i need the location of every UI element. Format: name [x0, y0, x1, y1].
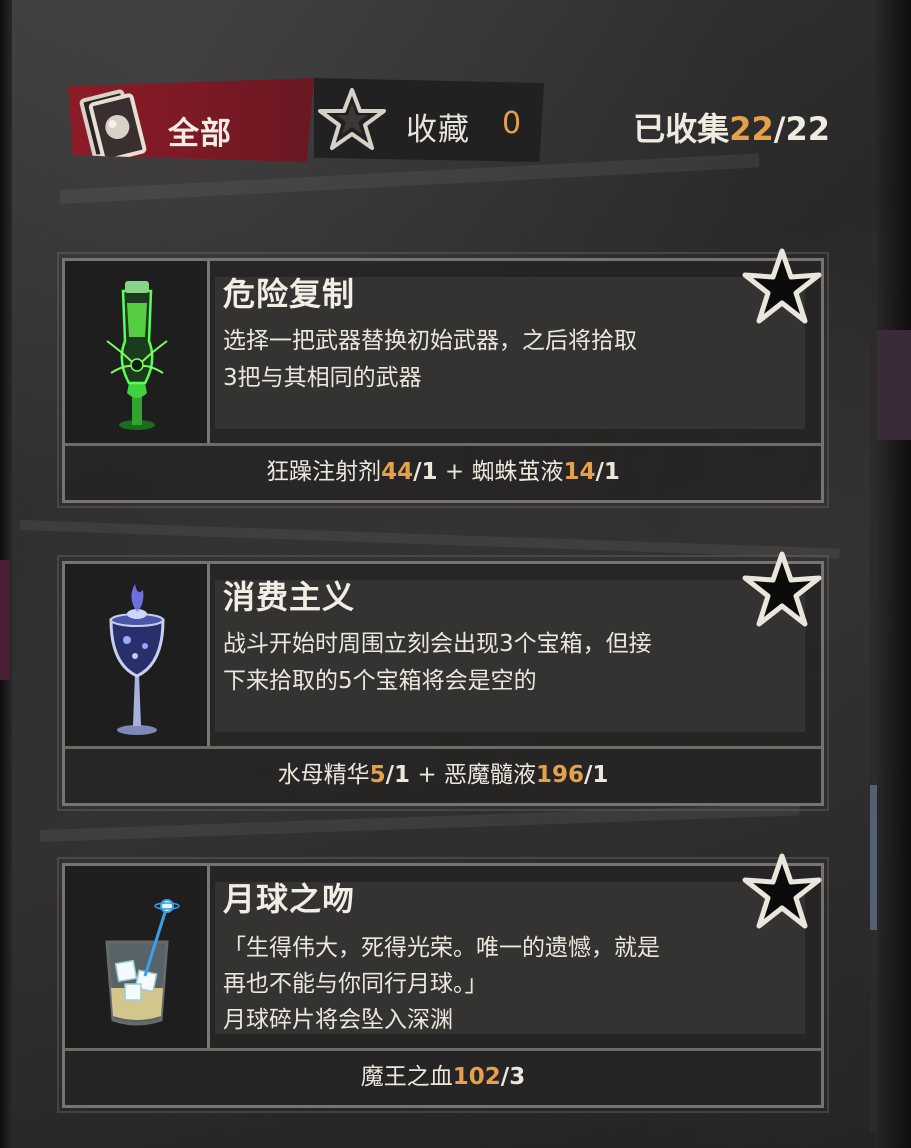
tab-favorites[interactable]: 收藏 0 — [314, 78, 544, 162]
tab-favorites-label: 收藏 — [406, 112, 470, 148]
tab-all-label: 全部 — [168, 116, 232, 152]
right-edge — [875, 0, 911, 1148]
scrollbar-thumb[interactable] — [870, 785, 877, 930]
description-line: 月球碎片将会坠入深渊 — [223, 1007, 453, 1033]
divider — [64, 1048, 822, 1051]
collected-separator: / — [773, 110, 786, 148]
collected-counter: 已收集22/22 — [633, 104, 830, 150]
collected-have: 22 — [729, 110, 774, 148]
card-collection-icon — [79, 89, 147, 162]
recipe-card[interactable]: 危险复制 选择一把武器替换初始武器，之后将拾取 3把与其相同的武器 狂躁注射剂4… — [57, 248, 829, 508]
divider — [64, 443, 822, 446]
description-line: 再也不能与你同行月球。」 — [223, 971, 488, 997]
recipe-card[interactable]: 消费主义 战斗开始时周围立刻会出现3个宝箱，但接 下来拾取的5个宝箱将会是空的 … — [57, 551, 829, 811]
left-accent — [0, 560, 10, 680]
ingredient-owned-count: 5 — [369, 762, 386, 788]
collected-total: 22 — [785, 110, 830, 148]
favorite-toggle-star-icon[interactable] — [739, 548, 825, 632]
collected-label: 已收集 — [633, 110, 730, 148]
scrollbar-track[interactable] — [870, 232, 877, 1132]
ingredient-required-count: /3 — [500, 1064, 526, 1090]
ingredient-owned-count: 44 — [381, 459, 414, 485]
recipe-description: 选择一把武器替换初始武器，之后将拾取 3把与其相同的武器 — [223, 323, 793, 397]
ingredient-name: 蜘蛛茧液 — [471, 459, 564, 485]
ingredient-required-count: /1 — [385, 762, 411, 788]
ingredient-name: 狂躁注射剂 — [266, 459, 382, 485]
ingredient-name: 魔王之血 — [360, 1064, 453, 1090]
ingredient-owned-count: 196 — [535, 762, 584, 788]
ingredient-row: 狂躁注射剂44/1 + 蜘蛛茧液14/1 — [65, 447, 821, 497]
recipe-title: 月球之吻 — [223, 880, 356, 918]
plus-separator: + — [437, 459, 472, 485]
favorites-count: 0 — [502, 106, 522, 141]
divider — [64, 746, 822, 749]
recipe-icon-cell — [65, 866, 210, 1048]
recipe-description: 战斗开始时周围立刻会出现3个宝箱，但接 下来拾取的5个宝箱将会是空的 — [223, 626, 793, 700]
description-line: 下来拾取的5个宝箱将会是空的 — [223, 668, 537, 694]
ingredient-name: 恶魔髓液 — [443, 762, 536, 788]
description-line: 「生得伟大，死得光荣。唯一的遗憾，就是 — [223, 935, 660, 961]
description-line: 选择一把武器替换初始武器，之后将拾取 — [223, 328, 637, 354]
description-line: 战斗开始时周围立刻会出现3个宝箱，但接 — [223, 631, 652, 657]
right-accent — [875, 330, 911, 440]
collection-header: 全部 收藏 0 已收集22/22 — [68, 70, 838, 170]
ingredient-owned-count: 102 — [452, 1064, 501, 1090]
ingredient-required-count: /1 — [583, 762, 609, 788]
favorite-toggle-star-icon[interactable] — [739, 850, 825, 934]
ingredient-name: 水母精华 — [277, 762, 370, 788]
plus-separator: + — [410, 762, 444, 788]
recipe-icon-cell — [65, 564, 210, 746]
favorite-toggle-star-icon[interactable] — [739, 245, 825, 329]
blue-goblet-icon — [109, 584, 165, 735]
description-line: 3把与其相同的武器 — [223, 365, 422, 391]
favorite-star-icon — [318, 88, 386, 150]
recipe-title: 消费主义 — [223, 578, 356, 616]
ingredient-required-count: /1 — [413, 459, 438, 485]
tab-all[interactable]: 全部 — [68, 78, 314, 162]
ingredient-row: 水母精华5/1 + 恶魔髓液196/1 — [65, 750, 821, 800]
green-bottle-icon — [106, 281, 168, 430]
ice-glass-icon — [105, 899, 180, 1026]
recipe-title: 危险复制 — [223, 275, 356, 313]
recipe-card[interactable]: 月球之吻 「生得伟大，死得光荣。唯一的遗憾，就是 再也不能与你同行月球。」 月球… — [57, 853, 829, 1113]
recipe-description: 「生得伟大，死得光荣。唯一的遗憾，就是 再也不能与你同行月球。」 月球碎片将会坠… — [223, 930, 793, 1038]
ingredient-owned-count: 14 — [563, 459, 596, 485]
ingredient-row: 魔王之血102/3 — [65, 1052, 821, 1102]
ingredient-required-count: /1 — [595, 459, 620, 485]
recipe-icon-cell — [65, 261, 210, 443]
